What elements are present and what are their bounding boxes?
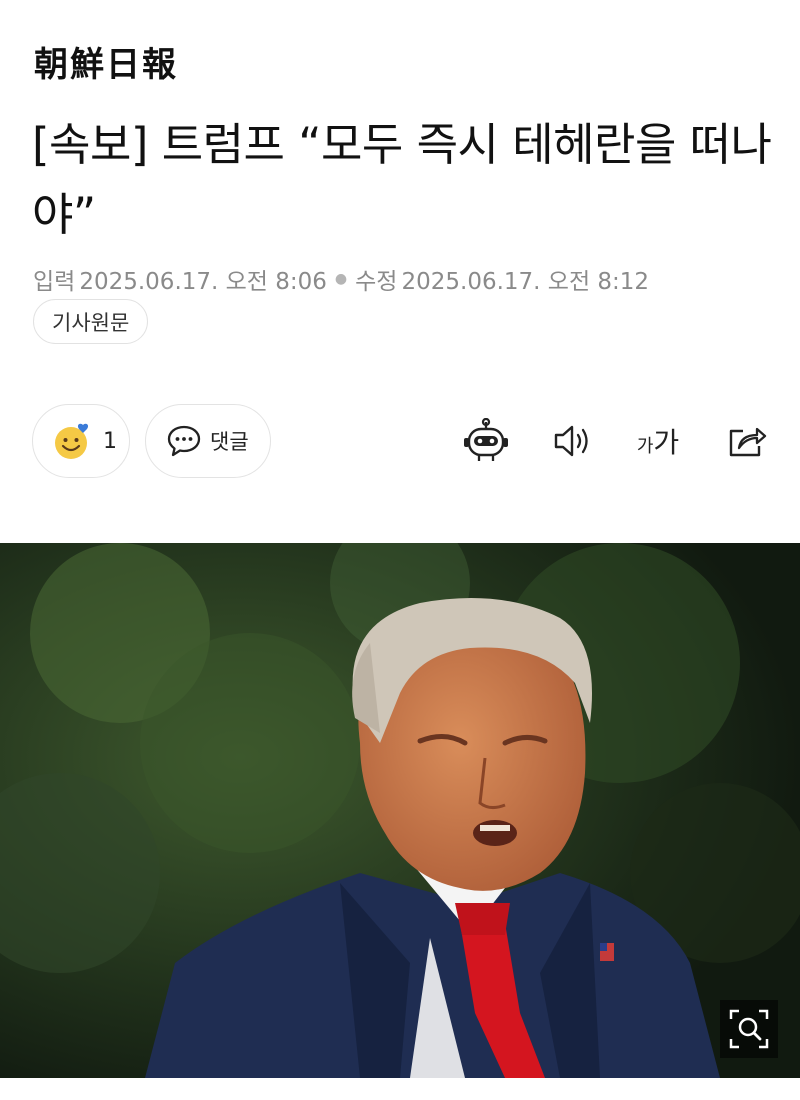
listen-button[interactable] <box>548 416 598 466</box>
input-label: 입력 <box>33 269 76 295</box>
speech-bubble-icon <box>167 425 201 457</box>
font-size-large-label: 가 <box>653 426 680 459</box>
robot-icon <box>464 418 508 461</box>
modified-time: 2025.06.17. 오전 8:12 <box>401 269 650 295</box>
input-time: 2025.06.17. 오전 8:06 <box>79 269 327 295</box>
article-headline: [속보] 트럼프 “모두 즉시 테헤란을 떠나야” <box>32 118 772 241</box>
original-article-button[interactable]: 기사원문 <box>33 299 149 344</box>
font-size-button[interactable]: 가가 <box>632 416 684 466</box>
article-photo[interactable] <box>0 543 800 1078</box>
logo-text: 朝鮮日報 <box>34 44 178 85</box>
font-size-small-label: 가 <box>636 436 654 457</box>
speaker-icon <box>554 425 588 457</box>
zoom-icon <box>729 1009 769 1049</box>
masthead-logo[interactable]: 朝鮮日報 <box>34 36 178 86</box>
comment-label: 댓글 <box>210 430 249 454</box>
meta-separator-dot: ● <box>334 271 348 287</box>
reaction-count: 1 <box>103 428 117 454</box>
photo-zoom-button[interactable] <box>720 1000 778 1058</box>
share-button[interactable] <box>721 416 771 466</box>
article-meta: 입력 2025.06.17. 오전 8:06 ● 수정 2025.06.17. … <box>33 262 649 296</box>
font-size-icon: 가가 <box>637 421 679 461</box>
reaction-button[interactable]: 1 <box>32 404 130 478</box>
summary-button[interactable] <box>461 416 511 466</box>
modified-label: 수정 <box>355 269 398 295</box>
comment-button[interactable]: 댓글 <box>145 404 271 478</box>
share-icon <box>729 427 767 457</box>
photo-illustration <box>0 543 800 1078</box>
smiley-heart-icon <box>55 423 89 459</box>
